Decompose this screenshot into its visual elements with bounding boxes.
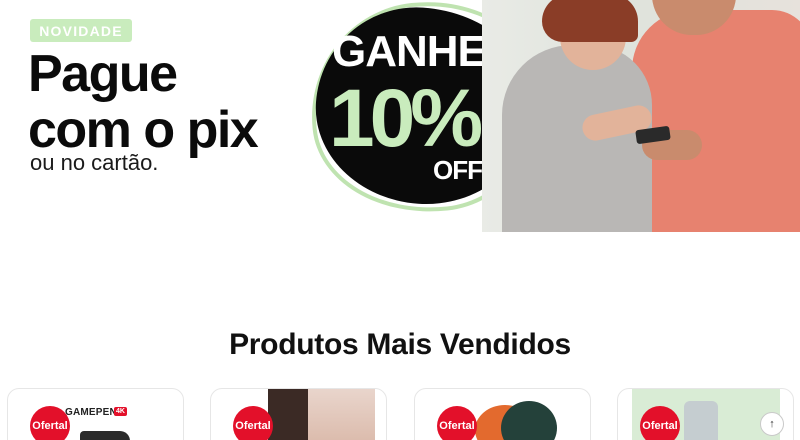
product-card[interactable]: Ofertal [414, 388, 591, 440]
section-title: Produtos Mais Vendidos [229, 328, 571, 361]
hero-banner[interactable]: NOVIDADE Pague com o pix ou no cartão. G… [0, 0, 800, 232]
offer-badge: Ofertal [30, 406, 70, 440]
offer-badge: Ofertal [233, 406, 273, 440]
product-brand-label: GAMEPEN [65, 407, 117, 418]
product-carousel: Ofertal GAMEPEN 4K Ofertal Ofertal Ofert… [0, 388, 800, 440]
product-image [80, 431, 130, 440]
product-card[interactable]: Ofertal GAMEPEN 4K [7, 388, 184, 440]
hero-headline-line1: Pague [28, 45, 178, 103]
promo-percent-text: 10% [329, 73, 483, 164]
novidade-badge: NOVIDADE [30, 19, 132, 42]
promo-ganhe-text: GANHE [332, 27, 487, 76]
product-brand-tag: 4K [114, 407, 127, 416]
hero-subline: ou no cartão. [30, 150, 159, 175]
arrow-up-icon: ↑ [769, 418, 775, 430]
offer-badge: Ofertal [437, 406, 477, 440]
scroll-to-top-button[interactable]: ↑ [760, 412, 784, 436]
offer-badge: Ofertal [640, 406, 680, 440]
hero-headline-line2: com o pix [28, 101, 259, 159]
product-card[interactable]: Ofertal [210, 388, 387, 440]
promo-off-text: OFF [433, 155, 483, 185]
hero-photo-couple-with-phone [482, 0, 800, 232]
